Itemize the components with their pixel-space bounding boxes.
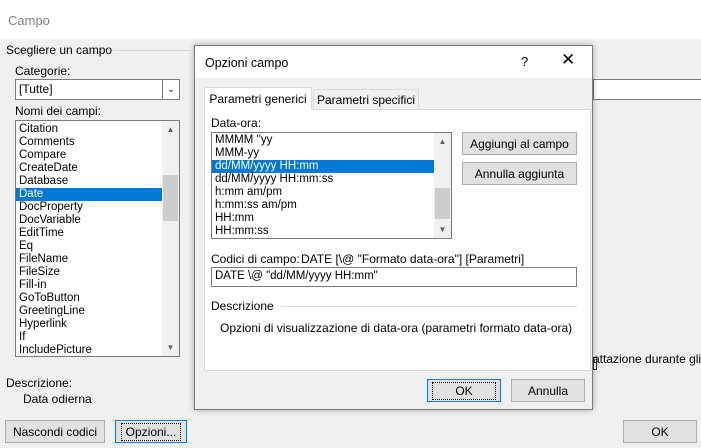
background-partial-text: attazione durante gli bbox=[593, 352, 701, 366]
tab-general-label: Parametri generici bbox=[209, 92, 307, 106]
hide-codes-button[interactable]: Nascondi codici bbox=[5, 420, 105, 443]
list-item[interactable]: MMM-yy bbox=[212, 147, 434, 160]
list-item[interactable]: If bbox=[16, 331, 162, 344]
list-item[interactable]: FileName bbox=[16, 253, 162, 266]
dialog-description-text: Opzioni di visualizzazione di data-ora (… bbox=[220, 321, 573, 335]
list-item[interactable]: Comments bbox=[16, 136, 162, 149]
format-list-scrollbar[interactable]: ▲ ▼ bbox=[434, 133, 451, 238]
dialog-titlebar: Opzioni campo ? ✕ bbox=[195, 46, 592, 78]
tab-specific-params[interactable]: Parametri specifici bbox=[313, 89, 419, 109]
dialog-title: Opzioni campo bbox=[205, 56, 289, 70]
main-ok-label: OK bbox=[651, 424, 669, 439]
field-codes-label: Codici di campo: bbox=[211, 252, 300, 266]
main-ok-button[interactable]: OK bbox=[623, 420, 697, 443]
options-button[interactable]: Opzioni... bbox=[115, 420, 187, 443]
list-item[interactable]: MMMM ''yy bbox=[212, 134, 434, 147]
list-item[interactable]: EditTime bbox=[16, 227, 162, 240]
list-item[interactable]: HH:mm:ss bbox=[212, 225, 434, 238]
tab-panel: Data-ora: MMMM ''yy MMM-yy dd/MM/yyyy HH:m… bbox=[204, 109, 591, 371]
list-item[interactable]: IncludePicture bbox=[16, 344, 162, 356]
field-code-input[interactable]: DATE \@ "dd/MM/yyyy HH:mm" bbox=[211, 267, 577, 287]
scroll-thumb[interactable] bbox=[163, 175, 178, 221]
list-item[interactable]: GreetingLine bbox=[16, 305, 162, 318]
list-item[interactable]: Database bbox=[16, 175, 162, 188]
group-divider bbox=[114, 50, 190, 51]
description-value: Data odierna bbox=[23, 392, 92, 406]
scroll-thumb[interactable] bbox=[435, 188, 450, 219]
list-item[interactable]: dd/MM/yyyy HH:mm bbox=[212, 160, 434, 173]
scroll-down-icon[interactable]: ▼ bbox=[434, 221, 451, 238]
list-item[interactable]: GoToButton bbox=[16, 292, 162, 305]
field-names-list[interactable]: Citation Comments Compare CreateDate Databas… bbox=[15, 120, 180, 357]
list-item[interactable]: Eq bbox=[16, 240, 162, 253]
undo-add-label: Annulla aggiunta bbox=[474, 166, 565, 181]
list-item[interactable]: h:mm am/pm bbox=[212, 186, 434, 199]
field-options-dialog: Opzioni campo ? ✕ Parametri generici Par… bbox=[194, 45, 593, 410]
categories-label: Categorie: bbox=[15, 64, 71, 78]
list-item[interactable]: Hyperlink bbox=[16, 318, 162, 331]
list-item[interactable]: Citation bbox=[16, 123, 162, 136]
scroll-up-icon[interactable]: ▲ bbox=[162, 121, 179, 138]
add-to-field-button[interactable]: Aggiungi al campo bbox=[462, 132, 577, 155]
dialog-ok-button[interactable]: OK bbox=[427, 379, 501, 402]
hide-codes-label: Nascondi codici bbox=[12, 424, 98, 439]
field-list-scrollbar[interactable]: ▲ ▼ bbox=[162, 121, 179, 356]
window-title: Campo bbox=[8, 13, 50, 28]
list-item[interactable]: FileSize bbox=[16, 266, 162, 279]
dialog-ok-label: OK bbox=[432, 381, 496, 400]
tab-specific-label: Parametri specifici bbox=[316, 92, 416, 107]
window-titlebar: Campo bbox=[0, 0, 701, 39]
description-divider bbox=[281, 306, 577, 307]
scroll-down-icon[interactable]: ▼ bbox=[162, 339, 179, 356]
list-item[interactable]: Compare bbox=[16, 149, 162, 162]
date-format-list[interactable]: MMMM ''yy MMM-yy dd/MM/yyyy HH:mm dd/MM/yyy… bbox=[211, 132, 452, 239]
list-item[interactable]: dd/MM/yyyy HH:mm:ss bbox=[212, 173, 434, 186]
list-item[interactable]: h:mm:ss am/pm bbox=[212, 199, 434, 212]
description-heading: Descrizione bbox=[211, 299, 274, 313]
categories-select[interactable]: [Tutte] ⌄ bbox=[15, 79, 180, 100]
help-icon[interactable]: ? bbox=[521, 54, 528, 69]
close-icon[interactable]: ✕ bbox=[561, 51, 575, 69]
scroll-up-icon[interactable]: ▲ bbox=[434, 133, 451, 150]
dialog-cancel-label: Annulla bbox=[527, 383, 569, 398]
choose-field-heading: Scegliere un campo bbox=[6, 43, 113, 57]
field-names-label: Nomi dei campi: bbox=[15, 104, 102, 118]
list-item[interactable]: HH:mm bbox=[212, 212, 434, 225]
dialog-cancel-button[interactable]: Annulla bbox=[511, 379, 585, 402]
list-item[interactable]: CreateDate bbox=[16, 162, 162, 175]
categories-value: [Tutte] bbox=[19, 82, 53, 96]
list-item[interactable]: Fill-in bbox=[16, 279, 162, 292]
description-label: Descrizione: bbox=[6, 376, 73, 390]
options-label: Opzioni... bbox=[120, 422, 182, 441]
list-item[interactable]: DocProperty bbox=[16, 201, 162, 214]
tab-general-params[interactable]: Parametri generici bbox=[204, 87, 312, 110]
list-item[interactable]: DocVariable bbox=[16, 214, 162, 227]
chevron-down-icon[interactable]: ⌄ bbox=[162, 80, 179, 99]
background-input bbox=[593, 79, 701, 100]
undo-add-button[interactable]: Annulla aggiunta bbox=[462, 162, 577, 185]
date-time-label: Data-ora: bbox=[211, 116, 262, 130]
add-to-field-label: Aggiungi al campo bbox=[470, 136, 569, 151]
list-item[interactable]: Date bbox=[16, 188, 162, 201]
field-codes-syntax: DATE [\@ "Formato data-ora"] [Parametri] bbox=[301, 252, 525, 266]
